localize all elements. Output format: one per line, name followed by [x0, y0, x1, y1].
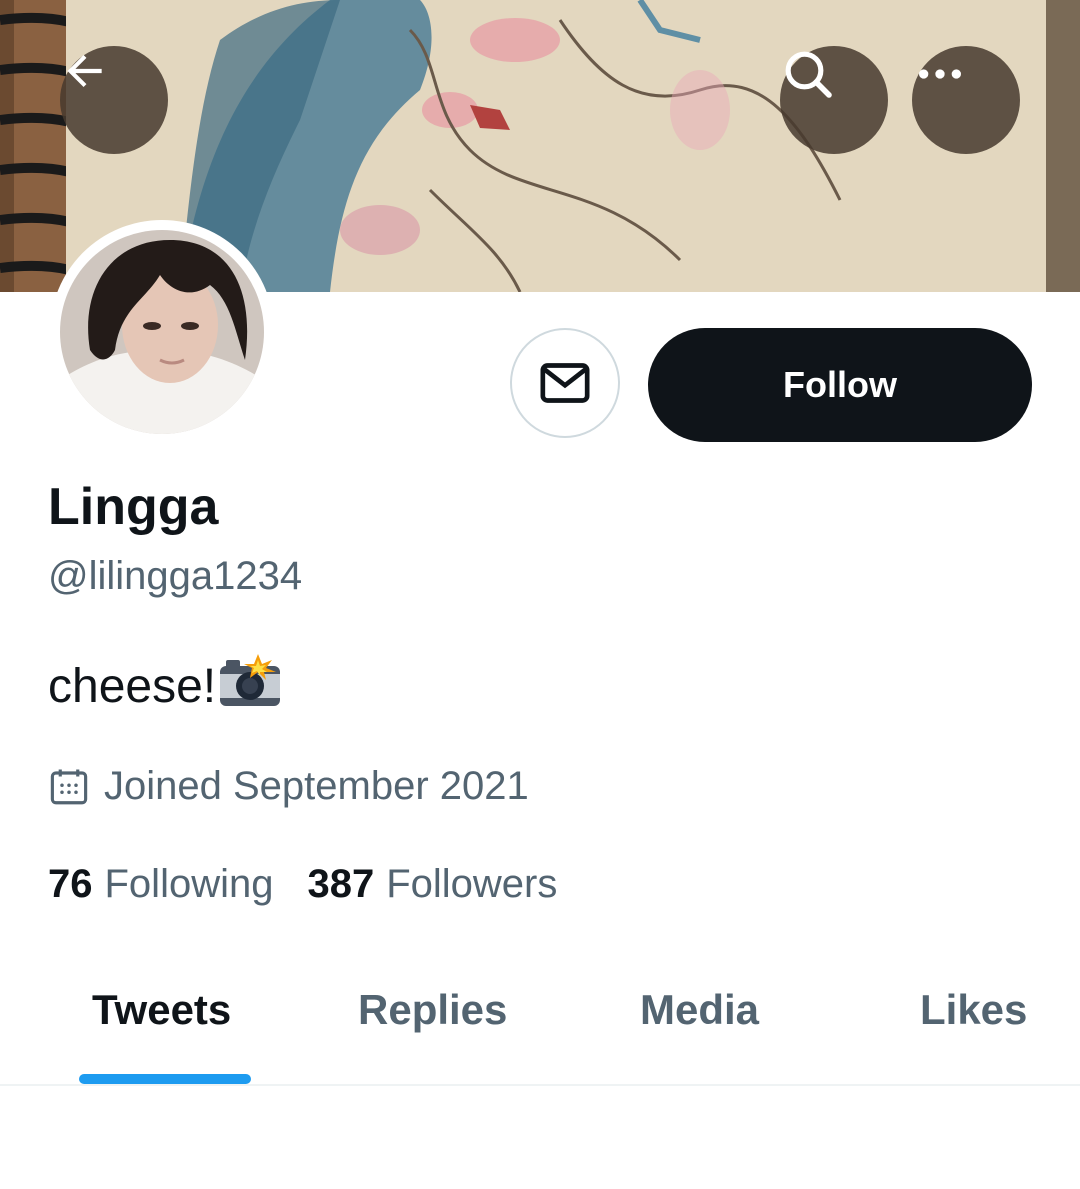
following-link[interactable]: 76 Following [48, 862, 273, 907]
camera-with-flash-icon [218, 652, 282, 722]
following-label: Following [104, 862, 274, 906]
bio-text: cheese! [48, 660, 217, 713]
joined-date: Joined September 2021 [48, 764, 529, 809]
followers-label: Followers [386, 862, 558, 906]
avatar-photo [60, 230, 264, 434]
profile-name: Lingga [48, 478, 219, 536]
profile-stats: 76 Following 387 Followers [48, 862, 557, 907]
followers-link[interactable]: 387 Followers [307, 862, 557, 907]
message-button[interactable] [510, 328, 620, 438]
avatar-ring [50, 220, 274, 444]
back-arrow-icon [67, 54, 102, 88]
avatar[interactable] [60, 230, 264, 434]
more-icon [919, 69, 961, 79]
more-button[interactable] [912, 46, 1020, 154]
back-button[interactable] [60, 46, 168, 154]
tab-likes[interactable]: Likes [920, 986, 1027, 1034]
follow-button[interactable]: Follow [648, 328, 1032, 442]
profile-handle: @lilingga1234 [48, 554, 303, 598]
active-tab-indicator [79, 1074, 251, 1084]
profile-bio: cheese! [48, 652, 282, 722]
search-icon [785, 51, 832, 98]
tab-tweets[interactable]: Tweets [92, 986, 231, 1034]
joined-text: Joined September 2021 [104, 764, 529, 808]
tab-media[interactable]: Media [640, 986, 759, 1034]
profile-tabs: Tweets Replies Media Likes [0, 962, 1080, 1086]
envelope-icon [540, 363, 590, 403]
tab-replies[interactable]: Replies [358, 986, 507, 1034]
calendar-icon [50, 769, 88, 804]
search-button[interactable] [780, 46, 888, 154]
followers-count: 387 [307, 862, 375, 906]
following-count: 76 [48, 862, 93, 906]
